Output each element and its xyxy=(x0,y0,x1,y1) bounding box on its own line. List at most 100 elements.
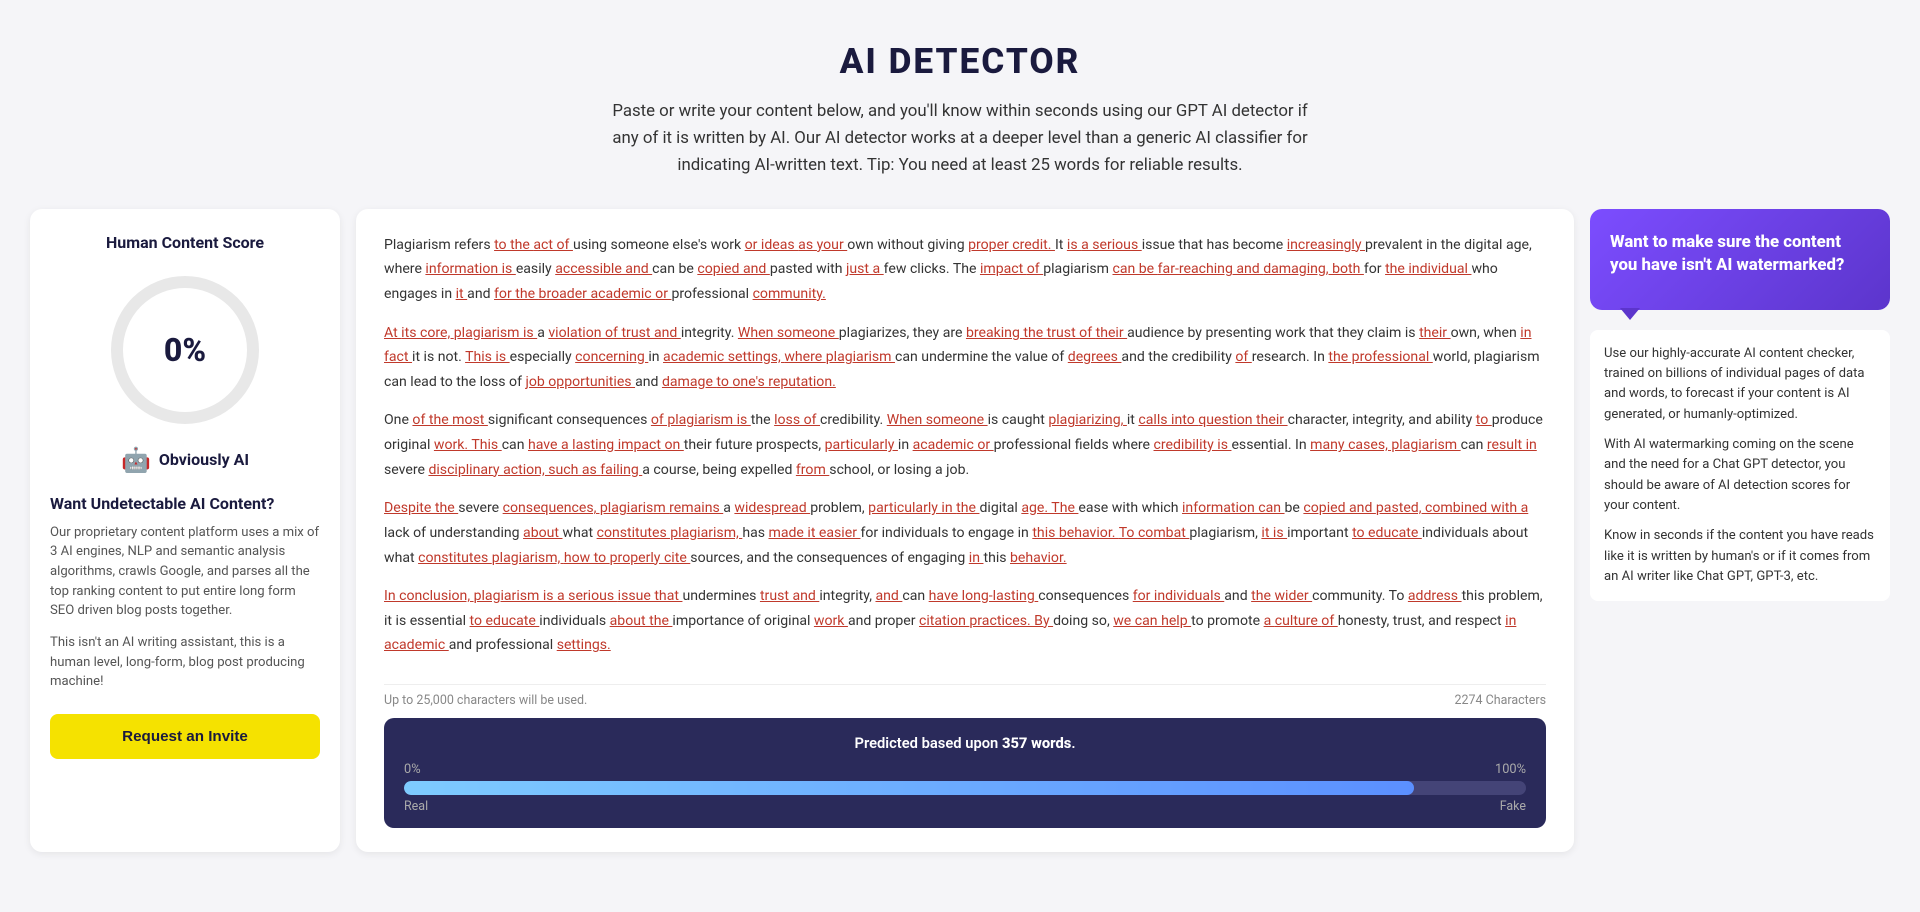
content-link[interactable]: consequences, plagiarism xyxy=(503,500,670,516)
content-link[interactable]: is xyxy=(737,412,751,428)
content-link[interactable]: remains xyxy=(669,500,723,516)
content-link[interactable]: job opportunities xyxy=(525,374,635,390)
content-link[interactable]: breaking the xyxy=(966,325,1047,341)
content-link[interactable]: a serious xyxy=(1081,237,1142,253)
content-link[interactable]: and xyxy=(875,588,902,604)
content-link[interactable]: of xyxy=(1235,349,1251,365)
content-link[interactable]: constitutes xyxy=(418,550,492,566)
content-link[interactable]: its core, xyxy=(401,325,454,341)
content-link[interactable]: a serious xyxy=(557,588,618,604)
content-link[interactable]: When someone xyxy=(887,412,988,428)
content-link[interactable]: particularly xyxy=(825,437,898,453)
content-link[interactable]: how to xyxy=(564,550,610,566)
content-link[interactable]: information is xyxy=(425,261,515,277)
content-link[interactable]: as xyxy=(582,462,600,478)
content-link[interactable]: about xyxy=(523,525,562,541)
content-link[interactable]: pasted, combined xyxy=(1376,500,1491,516)
content-link[interactable]: failing xyxy=(600,462,642,478)
content-link[interactable]: particularly in xyxy=(868,500,956,516)
content-link[interactable]: widespread xyxy=(734,500,810,516)
content-link[interactable]: this xyxy=(1032,525,1059,541)
content-link[interactable]: a xyxy=(561,437,572,453)
content-link[interactable]: When someone xyxy=(738,325,839,341)
content-link[interactable]: To xyxy=(1119,525,1138,541)
content-link[interactable]: we can xyxy=(1113,613,1161,629)
content-link[interactable]: it xyxy=(456,286,468,302)
content-link[interactable]: their xyxy=(1419,325,1451,341)
content-link[interactable]: to educate xyxy=(1352,525,1422,541)
content-link[interactable]: In conclusion, xyxy=(384,588,474,604)
content-link[interactable]: the wider xyxy=(1251,588,1312,604)
content-link[interactable]: of plagiarism xyxy=(651,412,737,428)
content-link[interactable]: disciplinary xyxy=(428,462,503,478)
content-link[interactable]: have long-lasting xyxy=(929,588,1039,604)
invite-button[interactable]: Request an Invite xyxy=(50,714,320,759)
content-link[interactable]: of the xyxy=(412,412,452,428)
content-link[interactable]: age. The xyxy=(1021,500,1078,516)
content-link[interactable]: on xyxy=(665,437,684,453)
content-link[interactable]: broader academic xyxy=(539,286,656,302)
content-link[interactable]: proper credit. xyxy=(968,237,1055,253)
content-link[interactable]: impact xyxy=(980,261,1027,277)
content-link[interactable]: from xyxy=(796,462,829,478)
content-link[interactable]: for individuals xyxy=(1133,588,1225,604)
content-link[interactable]: is xyxy=(1067,237,1081,253)
content-link[interactable]: about the xyxy=(610,613,673,629)
content-link[interactable]: trust and xyxy=(621,325,680,341)
content-link[interactable]: constitutes plagiarism, xyxy=(597,525,743,541)
content-link[interactable]: far-reaching and xyxy=(1158,261,1264,277)
content-link[interactable]: help xyxy=(1161,613,1191,629)
content-link[interactable]: behavior. xyxy=(1010,550,1067,566)
content-link[interactable]: of xyxy=(1321,613,1337,629)
content-link[interactable]: to educate xyxy=(470,613,540,629)
content-link[interactable]: culture xyxy=(1275,613,1322,629)
content-link[interactable]: Despite the xyxy=(384,500,458,516)
content-link[interactable]: your xyxy=(817,237,848,253)
content-link[interactable]: to xyxy=(716,374,732,390)
content-link[interactable]: concerning xyxy=(575,349,648,365)
content-link[interactable]: in xyxy=(969,550,984,566)
content-link[interactable]: damaging, both xyxy=(1263,261,1364,277)
content-link[interactable]: where xyxy=(784,349,825,365)
content-link[interactable]: to the xyxy=(494,237,533,253)
content-link[interactable]: act of xyxy=(533,237,573,253)
content-link[interactable]: with a xyxy=(1491,500,1529,516)
content-link[interactable]: it is xyxy=(1261,525,1287,541)
content-link[interactable]: loss of xyxy=(774,412,820,428)
content-link[interactable]: behavior. xyxy=(1059,525,1119,541)
content-link[interactable]: degrees xyxy=(1068,349,1122,365)
content-link[interactable]: the individual xyxy=(1385,261,1471,277)
content-link[interactable]: settings. xyxy=(557,637,611,653)
content-link[interactable]: made xyxy=(768,525,807,541)
content-link[interactable]: have xyxy=(528,437,561,453)
content-link[interactable]: question their xyxy=(1198,412,1287,428)
content-link[interactable]: many xyxy=(1310,437,1348,453)
content-link[interactable]: or xyxy=(655,286,671,302)
content-link[interactable]: information can xyxy=(1182,500,1285,516)
content-link[interactable]: This is xyxy=(465,349,510,365)
content-link[interactable]: lasting impact xyxy=(572,437,664,453)
content-link[interactable]: action, such xyxy=(503,462,582,478)
content-link[interactable]: work xyxy=(814,613,848,629)
content-link[interactable]: plagiarizing, xyxy=(1048,412,1127,428)
content-link[interactable]: academic or xyxy=(913,437,994,453)
content-link[interactable]: their xyxy=(1096,325,1128,341)
content-link[interactable]: practices. By xyxy=(969,613,1053,629)
content-link[interactable]: can be xyxy=(1112,261,1157,277)
content-link[interactable]: violation of xyxy=(548,325,621,341)
content-link[interactable]: it easier xyxy=(807,525,860,541)
content-link[interactable]: to xyxy=(1476,412,1492,428)
content-link[interactable]: credibility is xyxy=(1154,437,1232,453)
content-link[interactable]: citation xyxy=(919,613,969,629)
content-link[interactable]: calls into xyxy=(1138,412,1198,428)
content-link[interactable]: academic settings, xyxy=(663,349,784,365)
content-link[interactable]: properly cite xyxy=(610,550,691,566)
content-link[interactable]: copied and xyxy=(1303,500,1376,516)
content-link[interactable]: At xyxy=(384,325,401,341)
content-link[interactable]: address xyxy=(1408,588,1462,604)
content-link[interactable]: plagiarism is xyxy=(454,325,537,341)
content-link[interactable]: of xyxy=(1027,261,1043,277)
content-link[interactable]: damage xyxy=(662,374,716,390)
content-link[interactable]: a xyxy=(1264,613,1275,629)
content-link[interactable]: plagiarism xyxy=(826,349,895,365)
